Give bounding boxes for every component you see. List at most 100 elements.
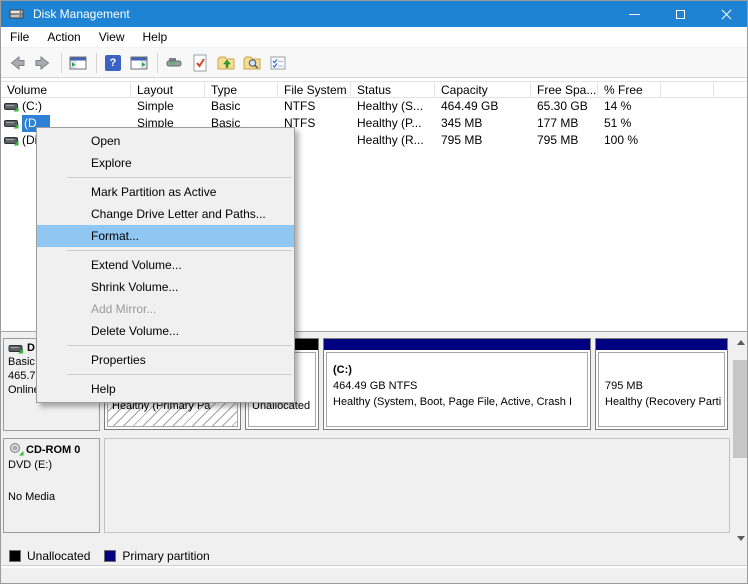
legend-label: Unallocated bbox=[27, 549, 90, 563]
cdrom-name: CD-ROM 0 bbox=[26, 444, 80, 456]
cdrom-label[interactable]: CD-ROM 0 DVD (E:) No Media bbox=[3, 438, 100, 533]
partition-recovery-status: Healthy (Recovery Parti bbox=[605, 394, 718, 410]
disk-management-app-icon bbox=[9, 6, 25, 22]
partition-c-name: (C:) bbox=[333, 362, 581, 378]
cell-pct-free: 51 % bbox=[598, 115, 661, 132]
toolbar-separator bbox=[61, 53, 62, 73]
folder-up-button[interactable] bbox=[214, 51, 238, 75]
context-menu-separator bbox=[67, 177, 292, 178]
context-menu-item-extend-volume[interactable]: Extend Volume... bbox=[37, 254, 294, 276]
column-header-layout[interactable]: Layout bbox=[131, 82, 205, 97]
legend-item-primary-partition: Primary partition bbox=[104, 549, 209, 563]
title-bar: Disk Management bbox=[1, 1, 748, 27]
column-header-free-space[interactable]: Free Spa... bbox=[531, 82, 598, 97]
back-button[interactable] bbox=[5, 51, 29, 75]
scroll-up-icon bbox=[737, 340, 745, 345]
minimize-icon bbox=[629, 14, 640, 15]
context-menu: Open Explore Mark Partition as Active Ch… bbox=[36, 127, 295, 403]
context-menu-item-format[interactable]: Format... bbox=[37, 225, 294, 247]
volume-table-header: Volume Layout Type File System Status Ca… bbox=[1, 81, 747, 98]
folder-up-icon bbox=[215, 52, 237, 74]
menu-action[interactable]: Action bbox=[38, 27, 89, 47]
maximize-button[interactable] bbox=[657, 1, 703, 27]
cdrom-icon bbox=[8, 443, 24, 456]
context-menu-separator bbox=[67, 374, 292, 375]
cdrom-type: DVD (E:) bbox=[8, 459, 52, 471]
menu-help[interactable]: Help bbox=[134, 27, 177, 47]
partition-recovery-size: 795 MB bbox=[605, 378, 718, 394]
disk0-name: D bbox=[27, 342, 35, 354]
cell-file-system: NTFS bbox=[278, 98, 351, 115]
cell-status: Healthy (S... bbox=[351, 98, 435, 115]
column-header-file-system[interactable]: File System bbox=[278, 82, 351, 97]
cell-free-space: 65.30 GB bbox=[531, 98, 598, 115]
context-menu-separator bbox=[67, 250, 292, 251]
context-menu-item-add-mirror: Add Mirror... bbox=[37, 298, 294, 320]
disk-device-button[interactable] bbox=[162, 51, 186, 75]
toolbar-separator bbox=[96, 53, 97, 73]
disk-device-icon bbox=[163, 52, 185, 74]
partition-color-bar bbox=[596, 339, 727, 350]
close-button[interactable] bbox=[703, 1, 748, 27]
context-menu-item-properties[interactable]: Properties bbox=[37, 349, 294, 371]
toolbar: ? bbox=[1, 48, 747, 78]
volume-drive-icon bbox=[4, 118, 19, 129]
scroll-down-icon bbox=[737, 536, 745, 541]
forward-icon bbox=[32, 52, 54, 74]
cell-pct-free: 14 % bbox=[598, 98, 661, 115]
forward-button[interactable] bbox=[31, 51, 55, 75]
menu-view[interactable]: View bbox=[90, 27, 134, 47]
cell-layout: Simple bbox=[131, 98, 205, 115]
cell-free-space: 177 MB bbox=[531, 115, 598, 132]
context-menu-item-mark-partition-active[interactable]: Mark Partition as Active bbox=[37, 181, 294, 203]
disk0-size: 465.7 bbox=[8, 370, 36, 382]
folder-search-icon bbox=[241, 52, 263, 74]
context-menu-item-delete-volume[interactable]: Delete Volume... bbox=[37, 320, 294, 342]
menu-file[interactable]: File bbox=[1, 27, 38, 47]
cdrom-status: No Media bbox=[8, 491, 55, 503]
minimize-button[interactable] bbox=[611, 1, 657, 27]
disk-management-window: Disk Management File Action View Help ? bbox=[0, 0, 748, 584]
show-console-tree-button[interactable] bbox=[66, 51, 90, 75]
scrollbar-thumb[interactable] bbox=[733, 360, 748, 458]
checklist-icon bbox=[267, 52, 289, 74]
partition-recovery[interactable]: 795 MB Healthy (Recovery Parti bbox=[595, 338, 728, 430]
table-row-c[interactable]: (C:) Simple Basic NTFS Healthy (S... 464… bbox=[1, 98, 747, 115]
status-strip bbox=[1, 567, 747, 584]
check-document-icon bbox=[189, 52, 211, 74]
context-menu-item-help[interactable]: Help bbox=[37, 378, 294, 400]
column-header-type[interactable]: Type bbox=[205, 82, 278, 97]
folder-search-button[interactable] bbox=[240, 51, 264, 75]
back-icon bbox=[6, 52, 28, 74]
context-menu-item-change-drive-letter[interactable]: Change Drive Letter and Paths... bbox=[37, 203, 294, 225]
cdrom-media-area[interactable] bbox=[104, 438, 730, 533]
context-menu-item-open[interactable]: Open bbox=[37, 130, 294, 152]
disk0-type: Basic bbox=[8, 356, 35, 368]
column-header-capacity[interactable]: Capacity bbox=[435, 82, 531, 97]
context-menu-item-explore[interactable]: Explore bbox=[37, 152, 294, 174]
context-menu-item-shrink-volume[interactable]: Shrink Volume... bbox=[37, 276, 294, 298]
show-action-pane-button[interactable] bbox=[127, 51, 151, 75]
column-header-status[interactable]: Status bbox=[351, 82, 435, 97]
partition-c[interactable]: (C:) 464.49 GB NTFS Healthy (System, Boo… bbox=[323, 338, 591, 430]
scroll-up-button[interactable] bbox=[732, 334, 748, 351]
volume-name: (C:) bbox=[22, 98, 42, 115]
volume-drive-icon bbox=[4, 101, 19, 112]
partition-color-bar bbox=[324, 339, 590, 350]
show-action-pane-icon bbox=[128, 52, 150, 74]
checklist-button[interactable] bbox=[266, 51, 290, 75]
column-header-pct-free[interactable]: % Free bbox=[598, 82, 661, 97]
help-button[interactable]: ? bbox=[101, 51, 125, 75]
close-icon bbox=[721, 9, 732, 20]
check-document-button[interactable] bbox=[188, 51, 212, 75]
show-console-tree-icon bbox=[67, 52, 89, 74]
maximize-icon bbox=[676, 10, 685, 19]
column-header-volume[interactable]: Volume bbox=[1, 82, 131, 97]
cell-free-space: 795 MB bbox=[531, 132, 598, 149]
legend-item-unallocated: Unallocated bbox=[9, 549, 90, 563]
legend-label: Primary partition bbox=[122, 549, 209, 563]
graphical-view-scrollbar[interactable] bbox=[732, 334, 748, 547]
scroll-down-button[interactable] bbox=[732, 530, 748, 547]
help-icon: ? bbox=[105, 55, 121, 71]
partition-c-status: Healthy (System, Boot, Page File, Active… bbox=[333, 394, 581, 410]
